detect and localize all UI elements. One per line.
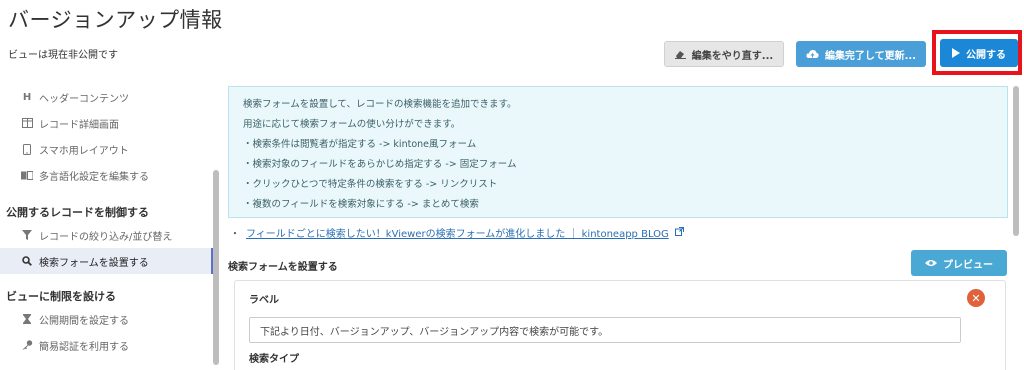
blog-link-row: ・ フィールドごとに検索したい！kViewerの検索フォームが進化しました ｜ … — [230, 225, 684, 240]
label-input[interactable]: 下記より日付、バージョンアップ、バージョンアップ内容で検索が可能です。 — [249, 317, 961, 343]
sidebar-item-simple-auth[interactable]: 簡易認証を利用する — [0, 332, 214, 358]
info-line: ・検索対象のフィールドをあらかじめ指定する -> 固定フォーム — [243, 159, 517, 170]
sidebar-item-search-form[interactable]: 検索フォームを設置する — [0, 248, 214, 274]
close-icon: ✕ — [971, 291, 981, 305]
info-line: 用途に応じて検索フォームの使い分けができます。 — [243, 119, 461, 130]
language-icon — [21, 169, 33, 181]
sidebar-item-label: レコードの絞り込み/並び替え — [39, 231, 173, 243]
sidebar-item-label: 検索フォームを設置する — [39, 257, 149, 269]
redo-edit-label: 編集をやり直す... — [691, 50, 774, 62]
sidebar-item-header-content[interactable]: H ヘッダーコンテンツ — [0, 84, 214, 110]
page-title: バージョンアップ情報 — [8, 8, 223, 32]
main-content: 検索フォームを設置して、レコードの検索機能を追加できます。 用途に応じて検索フォ… — [228, 86, 1014, 370]
preview-button[interactable]: プレビュー — [911, 250, 1007, 276]
main-scrollbar[interactable] — [1013, 86, 1019, 236]
search-form-card: ラベル ✕ 下記より日付、バージョンアップ、バージョンアップ内容で検索が可能です… — [234, 280, 1006, 370]
info-line: ・クリックひとつで特定条件の検索をする -> リンクリスト — [243, 179, 498, 190]
sidebar-scrollbar[interactable] — [213, 170, 219, 365]
filter-icon — [21, 229, 33, 241]
external-link-icon — [674, 226, 684, 239]
sidebar-item-publish-period[interactable]: 公開期間を設定する — [0, 306, 214, 332]
hourglass-icon — [21, 313, 33, 325]
info-box: 検索フォームを設置して、レコードの検索機能を追加できます。 用途に応じて検索フォ… — [228, 86, 1008, 218]
sidebar-item-mobile-layout[interactable]: スマホ用レイアウト — [0, 136, 214, 162]
sidebar-section-records: 公開するレコードを制御する — [6, 206, 149, 219]
play-icon — [952, 48, 960, 58]
cloud-upload-icon — [806, 49, 819, 59]
columns-icon — [21, 117, 33, 129]
finish-update-button[interactable]: 編集完了して更新... — [796, 41, 926, 67]
finish-update-label: 編集完了して更新... — [824, 50, 917, 62]
header-icon: H — [22, 91, 32, 103]
publish-status: ビューは現在非公開です — [8, 50, 118, 61]
sidebar-item-multilingual[interactable]: 多言語化設定を編集する — [0, 162, 214, 188]
search-type-heading: 検索タイプ — [249, 354, 299, 365]
sidebar-item-filter-sort[interactable]: レコードの絞り込み/並び替え — [0, 222, 214, 248]
info-line: 検索フォームを設置して、レコードの検索機能を追加できます。 — [243, 99, 517, 110]
label-heading: ラベル — [249, 295, 279, 306]
publish-button[interactable]: 公開する — [940, 39, 1018, 67]
eraser-icon — [674, 49, 686, 59]
sidebar-item-label: 多言語化設定を編集する — [39, 171, 149, 183]
mobile-icon — [21, 143, 33, 155]
search-icon — [21, 255, 33, 267]
sidebar-item-label: レコード詳細画面 — [39, 119, 119, 131]
sidebar-item-label: スマホ用レイアウト — [39, 145, 129, 157]
info-line: ・複数のフィールドを検索対象にする -> まとめて検索 — [243, 199, 479, 210]
blog-link[interactable]: フィールドごとに検索したい！kViewerの検索フォームが進化しました ｜ ki… — [246, 225, 669, 240]
sidebar-item-label: 公開期間を設定する — [39, 315, 129, 327]
sidebar-item-label: ヘッダーコンテンツ — [39, 93, 129, 105]
info-line: ・検索条件は閲覧者が指定する -> kintone風フォーム — [243, 139, 477, 150]
link-bullet: ・ — [230, 229, 240, 240]
sidebar-section-limits: ビューに制限を設ける — [6, 290, 116, 303]
redo-edit-button[interactable]: 編集をやり直す... — [664, 41, 784, 67]
search-form-section-title: 検索フォームを設置する — [228, 262, 338, 273]
publish-label: 公開する — [966, 49, 1006, 61]
eye-icon — [925, 259, 937, 267]
remove-form-button[interactable]: ✕ — [967, 289, 985, 307]
sidebar-item-label: 簡易認証を利用する — [39, 341, 129, 353]
sidebar-item-record-detail[interactable]: レコード詳細画面 — [0, 110, 214, 136]
sidebar: H ヘッダーコンテンツ レコード詳細画面 スマホ用レイアウト 多言語化設定を編集… — [0, 82, 215, 370]
preview-label: プレビュー — [943, 259, 993, 271]
key-icon — [21, 339, 33, 351]
